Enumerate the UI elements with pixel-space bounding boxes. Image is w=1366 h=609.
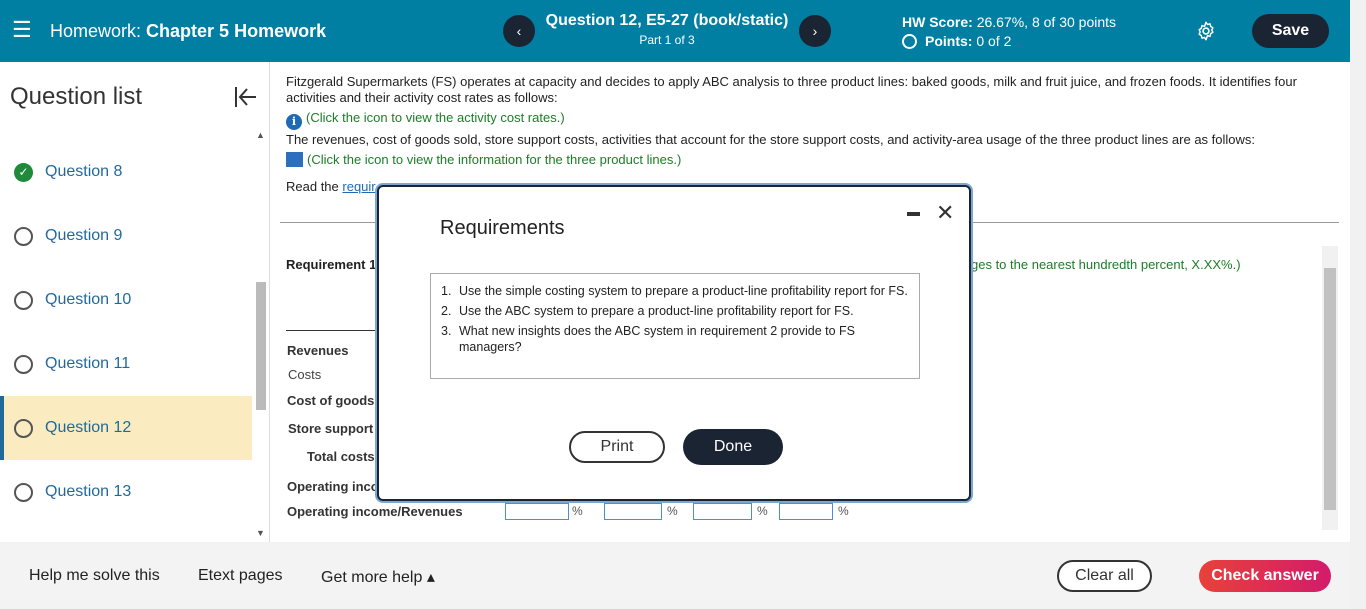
- hw-score-label: HW Score:: [902, 14, 973, 30]
- product-lines-link[interactable]: (Click the icon to view the information …: [286, 152, 681, 167]
- check-icon: ✓: [14, 162, 33, 182]
- get-more-help-button[interactable]: Get more help ▴: [321, 567, 435, 587]
- requirement-item: 3. What new insights does the ABC system …: [441, 323, 909, 355]
- dialog-title: Requirements: [440, 217, 565, 239]
- done-button[interactable]: Done: [683, 429, 783, 465]
- row-costs: Costs: [288, 367, 322, 382]
- circle-icon: [14, 226, 33, 246]
- homework-title: Homework: Chapter 5 Homework: [50, 21, 326, 42]
- question-intro: Fitzgerald Supermarkets (FS) operates at…: [286, 74, 1297, 105]
- question-part: Part 1 of 3: [639, 33, 695, 47]
- question-item-9[interactable]: Question 9: [0, 204, 252, 268]
- requirement-text: Use the simple costing system to prepare…: [459, 284, 908, 298]
- question-title: Question 12, E5-27 (book/static): [545, 12, 789, 29]
- activity-rates-link-text: (Click the icon to view the activity cos…: [306, 110, 565, 125]
- question-item-label: Question 10: [45, 291, 132, 308]
- percent-sign: %: [757, 504, 768, 518]
- info-icon[interactable]: i: [286, 114, 302, 130]
- table-rule: [286, 330, 378, 331]
- question-list-title: Question list: [10, 83, 143, 110]
- page-scrollbar[interactable]: [1350, 0, 1366, 609]
- content-scrollbar-thumb[interactable]: [1324, 268, 1336, 510]
- circle-icon: [14, 418, 33, 438]
- requirement-number: 1.: [441, 284, 452, 298]
- collapse-panel-icon[interactable]: [233, 84, 259, 110]
- check-answer-button[interactable]: Check answer: [1199, 560, 1331, 592]
- requirement-text: What new insights does the ABC system in…: [459, 324, 856, 354]
- oi-revenues-input-1[interactable]: [505, 503, 569, 520]
- points-label: Points:: [925, 33, 973, 49]
- requirement-text: Use the ABC system to prepare a product-…: [459, 304, 854, 318]
- row-cogs: Cost of goods: [287, 393, 375, 408]
- activity-rates-link[interactable]: i (Click the icon to view the activity co…: [286, 110, 565, 130]
- points-value: 0 of 2: [976, 33, 1012, 49]
- print-button[interactable]: Print: [569, 431, 665, 463]
- clear-all-button[interactable]: Clear all: [1057, 560, 1152, 592]
- top-bar: ☰ Homework: Chapter 5 Homework ‹ Questio…: [0, 0, 1350, 62]
- read-the-text: Read the: [286, 179, 339, 194]
- percent-sign: %: [667, 504, 678, 518]
- previous-question-button[interactable]: ‹: [503, 15, 535, 47]
- row-store-support: Store support: [288, 421, 374, 436]
- oi-revenues-input-3[interactable]: [693, 503, 752, 520]
- question-list-panel: Question list ✓ Question 8 Question 9 Qu…: [0, 62, 270, 542]
- question-item-12[interactable]: Question 12: [0, 396, 252, 460]
- requirement-number: 3.: [441, 324, 452, 338]
- bottom-bar: Help me solve this Etext pages Get more …: [0, 542, 1350, 609]
- question-item-label: Question 9: [45, 227, 123, 244]
- requirement-label: Requirement 1: [286, 257, 377, 272]
- homework-label: Homework:: [50, 21, 142, 41]
- requirements-dialog: Requirements ✕ 1. Use the simple costing …: [377, 185, 971, 501]
- minimize-icon[interactable]: [907, 212, 920, 216]
- table-grid-icon[interactable]: [286, 152, 303, 167]
- row-oi-revenues: Operating income/Revenues: [287, 504, 463, 519]
- hw-score: HW Score: 26.67%, 8 of 30 points: [902, 14, 1116, 30]
- requirement-number: 2.: [441, 304, 452, 318]
- requirement-item: 2. Use the ABC system to prepare a produc…: [441, 303, 909, 319]
- row-operating-income: Operating inco: [287, 479, 379, 494]
- question-item-8[interactable]: ✓ Question 8: [0, 140, 252, 204]
- question-item-label: Question 8: [45, 163, 123, 180]
- oi-revenues-input-2[interactable]: [604, 503, 662, 520]
- circle-icon: [14, 290, 33, 310]
- points-ring-icon: [902, 33, 917, 49]
- requirement-item: 1. Use the simple costing system to prepa…: [441, 283, 909, 299]
- etext-pages-button[interactable]: Etext pages: [198, 567, 283, 585]
- row-revenues: Revenues: [287, 343, 349, 358]
- question-item-label: Question 13: [45, 483, 132, 500]
- close-icon[interactable]: ✕: [936, 200, 954, 226]
- homework-name: Chapter 5 Homework: [146, 21, 327, 41]
- requirements-link[interactable]: requir: [342, 179, 375, 194]
- circle-icon: [14, 354, 33, 374]
- product-lines-link-text: (Click the icon to view the information …: [307, 152, 682, 167]
- rounding-hint: ges to the nearest hundredth percent, X.…: [971, 257, 1241, 272]
- oi-revenues-input-4[interactable]: [779, 503, 833, 520]
- question-item-11[interactable]: Question 11: [0, 332, 252, 396]
- hw-score-value: 26.67%, 8 of 30 points: [976, 14, 1117, 30]
- row-total-costs: Total costs: [307, 449, 375, 464]
- points: Points: 0 of 2: [902, 33, 1011, 49]
- question-item-label: Question 12: [45, 419, 132, 436]
- question-item-13[interactable]: Question 13: [0, 460, 252, 524]
- scroll-up-arrow-icon[interactable]: ▲: [256, 130, 265, 140]
- requirements-list: 1. Use the simple costing system to prepa…: [430, 273, 920, 379]
- settings-gear-icon[interactable]: [1195, 20, 1217, 42]
- next-question-button[interactable]: ›: [799, 15, 831, 47]
- read-requirements: Read the requir: [286, 179, 376, 194]
- sidebar-scrollbar[interactable]: [256, 282, 266, 410]
- save-button[interactable]: Save: [1252, 14, 1329, 48]
- circle-icon: [14, 482, 33, 502]
- question-item-label: Question 11: [45, 355, 131, 372]
- question-item-10[interactable]: Question 10: [0, 268, 252, 332]
- percent-sign: %: [572, 504, 583, 518]
- percent-sign: %: [838, 504, 849, 518]
- help-me-solve-button[interactable]: Help me solve this: [29, 567, 160, 585]
- revenues-description: The revenues, cost of goods sold, store …: [286, 132, 1256, 147]
- menu-icon[interactable]: ☰: [12, 19, 32, 41]
- scroll-down-arrow-icon[interactable]: ▼: [256, 528, 265, 538]
